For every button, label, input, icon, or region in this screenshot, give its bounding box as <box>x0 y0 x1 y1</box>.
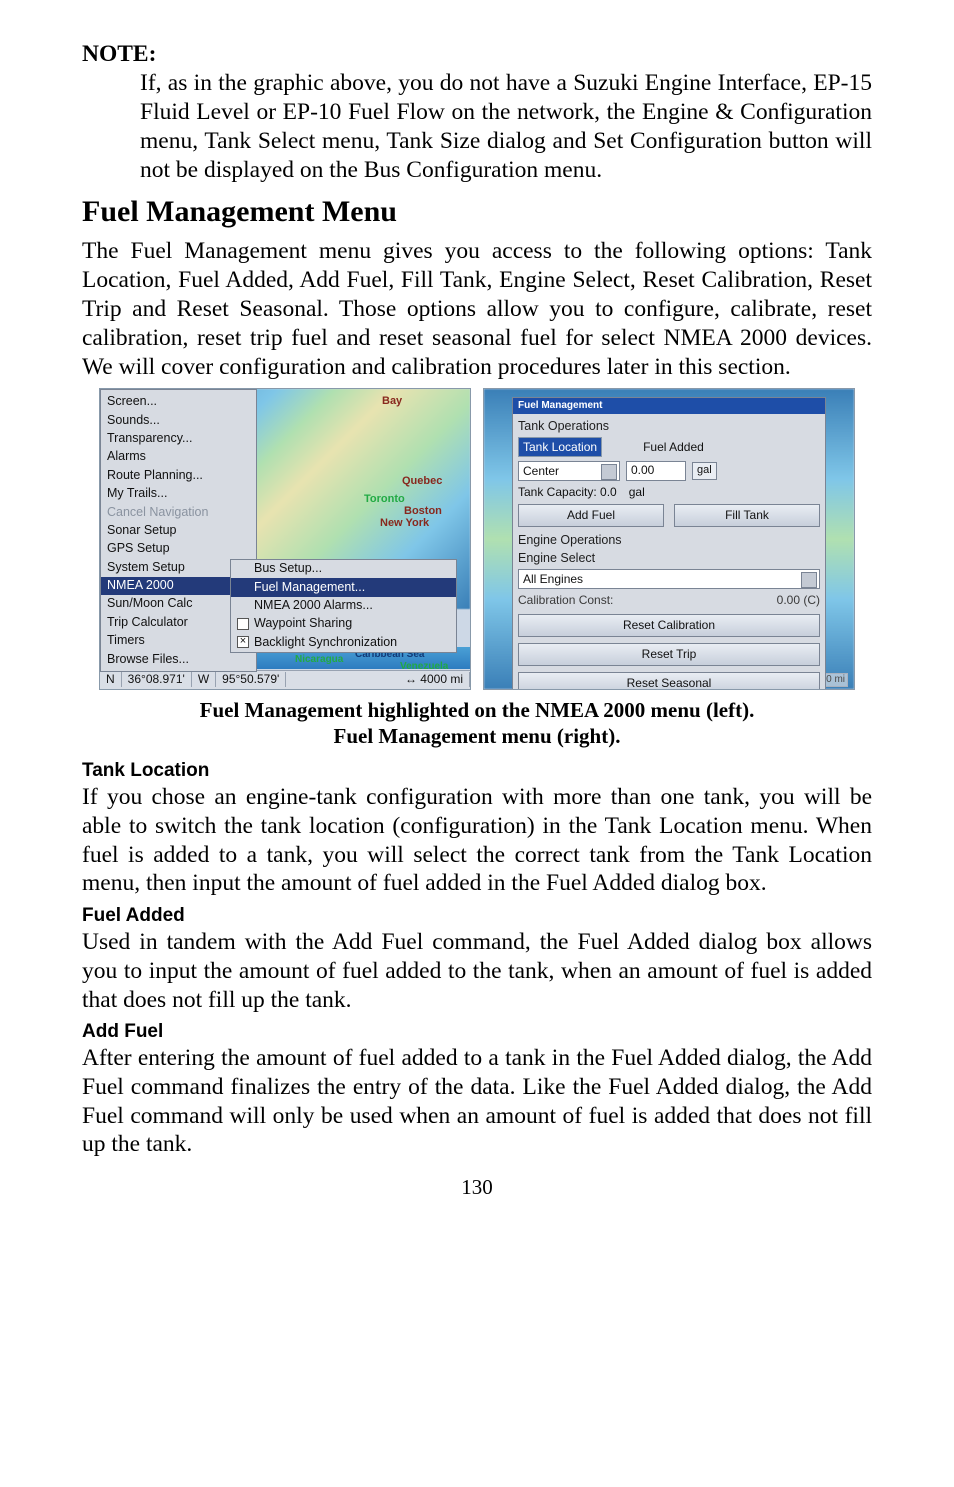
status-n: N <box>100 672 122 687</box>
menu-item[interactable]: Route Planning... <box>101 466 256 484</box>
group-engine-operations: Engine Operations <box>518 533 820 548</box>
add-fuel-button[interactable]: Add Fuel <box>518 504 664 527</box>
screenshot-left-menu: Bay Quebec Toronto Boston New York Scree… <box>99 388 471 690</box>
submenu-nmea2000[interactable]: Bus Setup... Fuel Management... NMEA 200… <box>230 559 457 653</box>
menu-item[interactable]: GPS Setup <box>101 540 256 558</box>
map-label-nicaragua: Nicaragua <box>295 654 343 666</box>
document-page: NOTE: If, as in the graphic above, you d… <box>0 0 954 1487</box>
checkbox-icon[interactable] <box>237 636 249 648</box>
left-panel-body: Bay Quebec Toronto Boston New York Scree… <box>100 389 470 609</box>
tank-location-label[interactable]: Tank Location <box>518 437 602 457</box>
submenu-label: Backlight Synchronization <box>254 635 397 650</box>
paragraph-tank-location: If you chose an engine-tank configuratio… <box>82 783 872 899</box>
figure-row: Bay Quebec Toronto Boston New York Scree… <box>82 388 872 690</box>
map-label-newyork: New York <box>380 517 429 531</box>
menu-item[interactable]: Screen... <box>101 393 256 411</box>
menu-item[interactable]: My Trails... <box>101 485 256 503</box>
checkbox-icon[interactable] <box>237 618 249 630</box>
fill-tank-button[interactable]: Fill Tank <box>674 504 820 527</box>
page-number: 130 <box>82 1175 872 1201</box>
note-body: If, as in the graphic above, you do not … <box>140 69 872 185</box>
menu-item[interactable]: Browse Files... <box>101 650 256 668</box>
note-heading: NOTE: <box>82 41 156 67</box>
dialog-title: Fuel Management <box>513 398 825 414</box>
menu-item[interactable]: Sounds... <box>101 411 256 429</box>
status-w: W <box>192 672 216 687</box>
menu-item[interactable]: Transparency... <box>101 430 256 448</box>
calibration-const-value: 0.00 (C) <box>777 593 820 608</box>
status-lat: 36°08.971' <box>122 672 192 687</box>
screenshot-right-dialog: Fuel Management Tank Operations Tank Loc… <box>483 388 855 690</box>
submenu-item[interactable]: Bus Setup... <box>231 560 456 578</box>
menu-item-disabled: Cancel Navigation <box>101 503 256 521</box>
note-block: NOTE: If, as in the graphic above, you d… <box>82 40 872 184</box>
tank-capacity-label: Tank Capacity: 0.0 <box>518 485 617 500</box>
submenu-item[interactable]: Waypoint Sharing <box>231 615 456 633</box>
submenu-item[interactable]: NMEA 2000 Alarms... <box>231 597 456 615</box>
dialog-body: Tank Operations Tank Location Fuel Added… <box>513 414 825 690</box>
tank-location-value: Center <box>523 464 559 479</box>
fuel-added-unit: gal <box>692 462 717 480</box>
submenu-label: Fuel Management... <box>254 580 365 595</box>
section-heading-fuel-management: Fuel Management Menu <box>82 194 872 231</box>
submenu-label: Waypoint Sharing <box>254 616 352 631</box>
tank-location-dropdown[interactable]: Center <box>518 461 620 481</box>
map-label-toronto: Toronto <box>364 493 405 507</box>
calibration-const-label: Calibration Const: <box>518 593 613 608</box>
reset-calibration-button[interactable]: Reset Calibration <box>518 614 820 637</box>
map-label-bay: Bay <box>382 395 402 409</box>
submenu-item-fuel-management[interactable]: Fuel Management... <box>231 578 456 596</box>
reset-trip-button[interactable]: Reset Trip <box>518 643 820 666</box>
map-label-quebec: Quebec <box>402 475 442 489</box>
reset-seasonal-button[interactable]: Reset Seasonal <box>518 672 820 690</box>
paragraph-fuel-added: Used in tandem with the Add Fuel command… <box>82 928 872 1015</box>
fuel-management-dialog: Fuel Management Tank Operations Tank Loc… <box>512 397 826 690</box>
status-lon: 95°50.579' <box>216 672 286 687</box>
fuel-added-label: Fuel Added <box>643 440 704 455</box>
engine-select-label: Engine Select <box>518 551 820 566</box>
fuel-added-input[interactable]: 0.00 <box>626 461 686 481</box>
tank-capacity-unit: gal <box>629 485 645 500</box>
subheading-fuel-added: Fuel Added <box>82 904 872 927</box>
status-arrow-icon: ↔ <box>405 672 417 686</box>
paragraph-add-fuel: After entering the amount of fuel added … <box>82 1044 872 1160</box>
intro-paragraph: The Fuel Management menu gives you acces… <box>82 237 872 381</box>
figure-caption-line1: Fuel Management highlighted on the NMEA … <box>200 698 755 722</box>
menu-item[interactable]: Alarms <box>101 448 256 466</box>
subheading-tank-location: Tank Location <box>82 759 872 782</box>
status-scale: 4000 mi <box>420 672 463 686</box>
menu-item[interactable]: Sonar Setup <box>101 521 256 539</box>
subheading-add-fuel: Add Fuel <box>82 1020 872 1043</box>
submenu-label: NMEA 2000 Alarms... <box>254 598 373 613</box>
engine-select-value: All Engines <box>523 572 583 587</box>
figure-caption-line2: Fuel Management menu (right). <box>334 724 621 748</box>
engine-select-dropdown[interactable]: All Engines <box>518 569 820 589</box>
map-label-venezuela: Venezuela <box>400 661 448 673</box>
figure-caption: Fuel Management highlighted on the NMEA … <box>82 698 872 750</box>
group-tank-operations: Tank Operations <box>518 419 820 434</box>
submenu-label: Bus Setup... <box>254 561 322 576</box>
submenu-item[interactable]: Backlight Synchronization <box>231 633 456 651</box>
